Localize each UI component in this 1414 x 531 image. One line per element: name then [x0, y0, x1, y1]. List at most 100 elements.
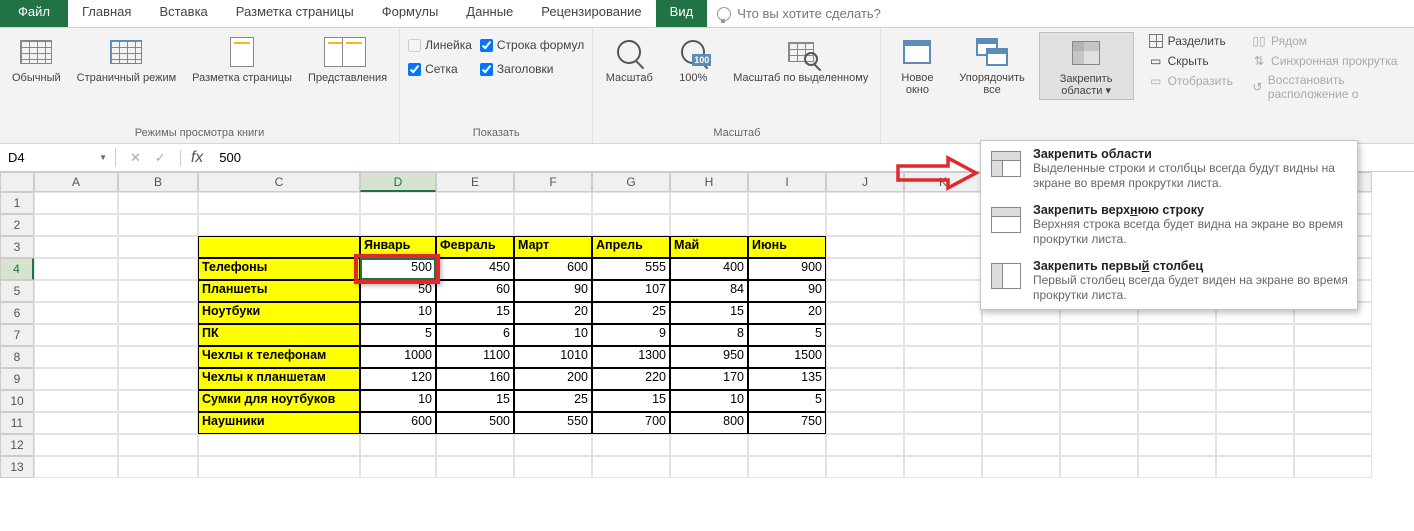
cell-D9[interactable]: 120	[360, 368, 436, 390]
cell-M10[interactable]	[1060, 390, 1138, 412]
cell-M7[interactable]	[1060, 324, 1138, 346]
cell-K8[interactable]	[904, 346, 982, 368]
cell-H9[interactable]: 170	[670, 368, 748, 390]
cell-F1[interactable]	[514, 192, 592, 214]
cell-N7[interactable]	[1138, 324, 1216, 346]
cell-N13[interactable]	[1138, 456, 1216, 478]
tell-me-search[interactable]: Что вы хотите сделать?	[707, 0, 891, 27]
cell-G10[interactable]: 15	[592, 390, 670, 412]
col-header-I[interactable]: I	[748, 172, 826, 192]
cell-E7[interactable]: 6	[436, 324, 514, 346]
cell-I1[interactable]	[748, 192, 826, 214]
cell-N8[interactable]	[1138, 346, 1216, 368]
row-header-3[interactable]: 3	[0, 236, 34, 258]
cell-J3[interactable]	[826, 236, 904, 258]
cell-C10[interactable]: Сумки для ноутбуков	[198, 390, 360, 412]
cell-D5[interactable]: 50	[360, 280, 436, 302]
cell-L8[interactable]	[982, 346, 1060, 368]
cell-K1[interactable]	[904, 192, 982, 214]
cell-K10[interactable]	[904, 390, 982, 412]
tab-file[interactable]: Файл	[0, 0, 68, 27]
cell-J2[interactable]	[826, 214, 904, 236]
col-header-H[interactable]: H	[670, 172, 748, 192]
cell-A11[interactable]	[34, 412, 118, 434]
normal-view-button[interactable]: Обычный	[8, 32, 65, 86]
cell-B5[interactable]	[118, 280, 198, 302]
cell-I5[interactable]: 90	[748, 280, 826, 302]
cell-P8[interactable]	[1294, 346, 1372, 368]
ruler-checkbox[interactable]: Линейка	[408, 36, 472, 54]
cell-E2[interactable]	[436, 214, 514, 236]
cell-B7[interactable]	[118, 324, 198, 346]
cell-A3[interactable]	[34, 236, 118, 258]
gridlines-checkbox[interactable]: Сетка	[408, 60, 472, 78]
cell-K3[interactable]	[904, 236, 982, 258]
row-header-10[interactable]: 10	[0, 390, 34, 412]
row-header-9[interactable]: 9	[0, 368, 34, 390]
cell-J13[interactable]	[826, 456, 904, 478]
cell-E10[interactable]: 15	[436, 390, 514, 412]
cell-E3[interactable]: Февраль	[436, 236, 514, 258]
row-header-7[interactable]: 7	[0, 324, 34, 346]
freeze-panes-option[interactable]: Закрепить области Выделенные строки и ст…	[981, 141, 1357, 197]
col-header-E[interactable]: E	[436, 172, 514, 192]
cell-E11[interactable]: 500	[436, 412, 514, 434]
cell-H2[interactable]	[670, 214, 748, 236]
cell-I10[interactable]: 5	[748, 390, 826, 412]
cell-D12[interactable]	[360, 434, 436, 456]
cell-M12[interactable]	[1060, 434, 1138, 456]
cell-C4[interactable]: Телефоны	[198, 258, 360, 280]
cell-J8[interactable]	[826, 346, 904, 368]
cell-B1[interactable]	[118, 192, 198, 214]
cell-A5[interactable]	[34, 280, 118, 302]
cell-G9[interactable]: 220	[592, 368, 670, 390]
cell-A4[interactable]	[34, 258, 118, 280]
cell-B12[interactable]	[118, 434, 198, 456]
cell-F2[interactable]	[514, 214, 592, 236]
cell-G1[interactable]	[592, 192, 670, 214]
cell-G2[interactable]	[592, 214, 670, 236]
cell-J11[interactable]	[826, 412, 904, 434]
cell-E12[interactable]	[436, 434, 514, 456]
cell-A1[interactable]	[34, 192, 118, 214]
row-header-5[interactable]: 5	[0, 280, 34, 302]
cell-A8[interactable]	[34, 346, 118, 368]
cell-I8[interactable]: 1500	[748, 346, 826, 368]
cell-A13[interactable]	[34, 456, 118, 478]
cell-F5[interactable]: 90	[514, 280, 592, 302]
cell-M8[interactable]	[1060, 346, 1138, 368]
cell-H1[interactable]	[670, 192, 748, 214]
cell-G12[interactable]	[592, 434, 670, 456]
cell-D7[interactable]: 5	[360, 324, 436, 346]
cell-G11[interactable]: 700	[592, 412, 670, 434]
cell-E6[interactable]: 15	[436, 302, 514, 324]
cell-C1[interactable]	[198, 192, 360, 214]
custom-views-button[interactable]: Представления	[304, 32, 391, 86]
freeze-panes-button[interactable]: Закрепить области ▾	[1039, 32, 1134, 100]
cell-I7[interactable]: 5	[748, 324, 826, 346]
cell-G6[interactable]: 25	[592, 302, 670, 324]
cell-G5[interactable]: 107	[592, 280, 670, 302]
cell-F13[interactable]	[514, 456, 592, 478]
cell-I3[interactable]: Июнь	[748, 236, 826, 258]
cell-J10[interactable]	[826, 390, 904, 412]
cell-O12[interactable]	[1216, 434, 1294, 456]
cell-B13[interactable]	[118, 456, 198, 478]
row-header-6[interactable]: 6	[0, 302, 34, 324]
cell-I12[interactable]	[748, 434, 826, 456]
cell-K11[interactable]	[904, 412, 982, 434]
cell-B9[interactable]	[118, 368, 198, 390]
cell-F12[interactable]	[514, 434, 592, 456]
hide-button[interactable]: ▭Скрыть	[1146, 52, 1235, 70]
cancel-icon[interactable]: ✕	[130, 150, 141, 166]
cell-C11[interactable]: Наушники	[198, 412, 360, 434]
cell-D10[interactable]: 10	[360, 390, 436, 412]
cell-H11[interactable]: 800	[670, 412, 748, 434]
cell-P10[interactable]	[1294, 390, 1372, 412]
cell-G13[interactable]	[592, 456, 670, 478]
cell-H5[interactable]: 84	[670, 280, 748, 302]
col-header-A[interactable]: A	[34, 172, 118, 192]
cell-P12[interactable]	[1294, 434, 1372, 456]
cell-H3[interactable]: Май	[670, 236, 748, 258]
cell-A7[interactable]	[34, 324, 118, 346]
